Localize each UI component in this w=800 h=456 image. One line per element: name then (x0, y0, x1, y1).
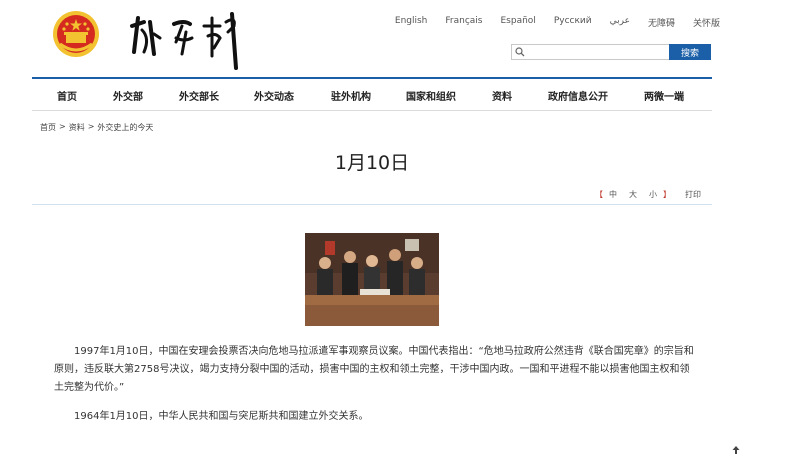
lang-arabic[interactable]: عربي (610, 16, 630, 29)
lang-english[interactable]: English (395, 16, 428, 29)
font-size-bracket-close: 】 (663, 190, 671, 199)
tools-divider (32, 204, 712, 205)
nav-bottom-divider (32, 110, 712, 111)
nav-item-ministry[interactable]: 外交部 (113, 88, 143, 103)
article-paragraph-1: 1997年1月10日，中国在安理会投票否决向危地马拉派遣军事观察员议案。中国代表… (54, 346, 694, 393)
lang-french[interactable]: Français (445, 16, 482, 29)
search-icon (515, 47, 525, 57)
nav-item-missions[interactable]: 驻外机构 (331, 88, 371, 103)
nav-item-resources[interactable]: 资料 (492, 88, 512, 103)
nav-item-countries[interactable]: 国家和组织 (406, 88, 456, 103)
accessibility-link[interactable]: 无障碍 (648, 16, 675, 29)
breadcrumb-home[interactable]: 首页 (40, 122, 56, 133)
font-size-small[interactable]: 小 (649, 189, 657, 200)
font-size-medium[interactable]: 中 (609, 189, 617, 200)
page-title: 1月10日 (334, 152, 410, 174)
search-input[interactable] (512, 50, 669, 64)
lang-russian[interactable]: Русский (554, 16, 592, 29)
language-bar: English Français Español Русский عربي 无障… (395, 16, 720, 29)
article-paragraph-2: 1964年1月10日，中华人民共和国与突尼斯共和国建立外交关系。 (74, 411, 369, 422)
search-bar: 搜索 (511, 44, 711, 64)
article-tools: 【 中 大 小 】 打印 (595, 189, 701, 200)
main-nav: 首页 外交部 外交部长 外交动态 驻外机构 国家和组织 资料 政府信息公开 两微… (32, 84, 712, 104)
font-size-large[interactable]: 大 (629, 189, 637, 200)
breadcrumb-resources[interactable]: 资料 (69, 122, 85, 133)
nav-item-minister[interactable]: 外交部长 (179, 88, 219, 103)
breadcrumb-separator: > (59, 122, 66, 131)
nav-item-news[interactable]: 外交动态 (254, 88, 294, 103)
nav-top-border (32, 77, 712, 79)
national-emblem-icon[interactable] (52, 10, 100, 58)
font-size-bracket-open: 【 (595, 190, 603, 199)
search-button[interactable]: 搜索 (669, 44, 711, 60)
arrow-up-icon[interactable] (732, 446, 740, 454)
nav-item-gov-info[interactable]: 政府信息公开 (548, 88, 608, 103)
care-version-link[interactable]: 关怀版 (693, 16, 720, 29)
search-field-wrapper (511, 44, 669, 64)
nav-item-home[interactable]: 首页 (57, 88, 77, 103)
photo-un-security-council (305, 233, 439, 326)
breadcrumb: 首页 > 资料 > 外交史上的今天 (40, 122, 153, 133)
nav-item-social[interactable]: 两微一端 (644, 88, 684, 103)
print-button[interactable]: 打印 (685, 189, 701, 200)
lang-spanish[interactable]: Español (501, 16, 536, 29)
breadcrumb-separator: > (87, 122, 95, 131)
breadcrumb-today-in-history[interactable]: 外交史上的今天 (97, 122, 153, 133)
site-logo-calligraphy[interactable] (124, 8, 254, 70)
